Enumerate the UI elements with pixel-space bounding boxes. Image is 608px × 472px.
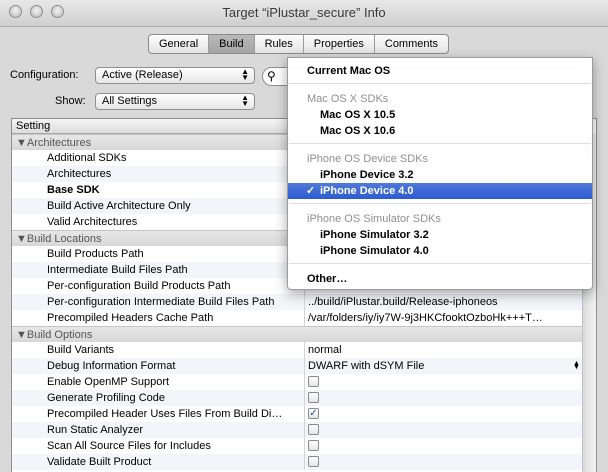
- tab-properties[interactable]: Properties: [304, 35, 375, 53]
- menu-item-label: Other…: [307, 273, 348, 285]
- setting-value: /var/folders/iy/iy7W-9j3HKCfooktOzboHk++…: [308, 312, 543, 324]
- setting-name: Per-configuration Intermediate Build Fil…: [47, 296, 275, 308]
- menu-section-header: iPhone OS Device SDKs: [307, 153, 429, 165]
- column-divider: [304, 342, 305, 358]
- menu-item-iphone-device-3-2[interactable]: iPhone Device 3.2: [288, 167, 592, 183]
- configuration-value: Active (Release): [102, 69, 183, 81]
- menu-item-iphone-simulator-3-2[interactable]: iPhone Simulator 3.2: [288, 227, 592, 243]
- setting-column-header[interactable]: Setting: [16, 120, 50, 132]
- menu-item-mac-os-x-10-5[interactable]: Mac OS X 10.5: [288, 107, 592, 123]
- table-row[interactable]: Validate Built Product: [12, 454, 584, 470]
- menu-section-header: iPhone OS Simulator SDKs: [307, 213, 441, 225]
- menu-separator: [289, 143, 591, 144]
- menu-item-current-mac-os[interactable]: Current Mac OS: [288, 63, 592, 79]
- setting-name: Architectures: [47, 168, 112, 180]
- setting-name: Build Active Architecture Only: [47, 200, 191, 212]
- setting-name: Intermediate Build Files Path: [47, 264, 188, 276]
- column-divider: [304, 422, 305, 438]
- menu-separator: [289, 263, 591, 264]
- table-row[interactable]: Enable OpenMP Support: [12, 374, 584, 390]
- column-divider: [304, 438, 305, 454]
- table-row[interactable]: Run Static Analyzer: [12, 422, 584, 438]
- menu-section-header: Mac OS X SDKs: [307, 93, 389, 105]
- column-divider: [304, 374, 305, 390]
- menu-item-iphone-simulator-4-0[interactable]: iPhone Simulator 4.0: [288, 243, 592, 259]
- precompiled-header-checkbox[interactable]: ✓: [308, 408, 319, 419]
- tab-rules[interactable]: Rules: [255, 35, 304, 53]
- tab-build[interactable]: Build: [209, 35, 255, 53]
- setting-value: ../build/iPlustar.build/Release-iphoneos: [308, 296, 498, 308]
- setting-name: Additional SDKs: [47, 152, 127, 164]
- configuration-label: Configuration:: [10, 69, 79, 81]
- table-row[interactable]: Build Variants normal: [12, 342, 584, 358]
- table-row[interactable]: Debug Information Format DWARF with dSYM …: [12, 358, 584, 374]
- setting-name: Base SDK: [47, 184, 100, 196]
- menu-item-mac-os-x-10-6[interactable]: Mac OS X 10.6: [288, 123, 592, 139]
- menu-item-other[interactable]: Other…: [288, 271, 592, 287]
- menu-item-label: Current Mac OS: [307, 65, 391, 77]
- tab-bar: General Build Rules Properties Comments: [148, 34, 450, 54]
- setting-name: Run Static Analyzer: [47, 424, 143, 436]
- menu-separator: [289, 203, 591, 204]
- setting-name: Valid Architectures: [47, 216, 138, 228]
- group-label: ▼Architectures: [16, 137, 92, 149]
- group-label: ▼Build Locations: [16, 233, 102, 245]
- setting-value: DWARF with dSYM File: [308, 360, 425, 372]
- group-build-options[interactable]: ▼Build Options: [12, 326, 584, 342]
- table-row[interactable]: Per-configuration Intermediate Build Fil…: [12, 294, 584, 310]
- menu-item-label: Mac OS X 10.5: [320, 109, 396, 121]
- configuration-popup[interactable]: Active (Release) ▲ ▼: [95, 67, 255, 84]
- scan-includes-checkbox[interactable]: [308, 440, 319, 451]
- search-icon: ⚲: [267, 69, 276, 83]
- group-label: ▼Build Options: [16, 329, 93, 341]
- static-analyzer-checkbox[interactable]: [308, 424, 319, 435]
- validate-checkbox[interactable]: [308, 456, 319, 467]
- openmp-checkbox[interactable]: [308, 376, 319, 387]
- menu-item-label: iPhone Device 3.2: [320, 169, 414, 181]
- setting-name: Validate Built Product: [47, 456, 152, 468]
- menu-separator: [289, 83, 591, 84]
- setting-name: Generate Profiling Code: [47, 392, 166, 404]
- setting-name: Enable OpenMP Support: [47, 376, 170, 388]
- table-row[interactable]: Generate Profiling Code: [12, 390, 584, 406]
- menu-item-iphone-device-4-0[interactable]: ✓ iPhone Device 4.0: [288, 183, 592, 199]
- tab-comments[interactable]: Comments: [375, 35, 448, 53]
- popup-arrows-icon: ▲ ▼: [241, 93, 249, 108]
- setting-name: Build Products Path: [47, 248, 144, 260]
- setting-name: Scan All Source Files for Includes: [47, 440, 211, 452]
- column-divider: [304, 358, 305, 374]
- title-bar: Target “iPlustar_secure” Info: [0, 0, 608, 27]
- column-divider: [304, 294, 305, 310]
- popup-arrows-icon: ▲ ▼: [241, 67, 249, 82]
- menu-item-label: iPhone Simulator 4.0: [320, 245, 429, 257]
- setting-name: Precompiled Headers Cache Path: [47, 312, 214, 324]
- column-divider: [304, 406, 305, 422]
- checkmark-icon: ✓: [306, 185, 316, 197]
- checkmark-icon: ✓: [309, 408, 318, 419]
- column-divider: [304, 390, 305, 406]
- show-popup[interactable]: All Settings ▲ ▼: [95, 93, 255, 110]
- column-divider: [304, 454, 305, 470]
- table-row[interactable]: Precompiled Header Uses Files From Build…: [12, 406, 584, 422]
- menu-item-label: iPhone Simulator 3.2: [320, 229, 429, 241]
- popup-arrows-icon[interactable]: ▲▼: [573, 360, 580, 371]
- table-row[interactable]: Precompiled Headers Cache Path/var/folde…: [12, 310, 584, 326]
- window-title: Target “iPlustar_secure” Info: [222, 5, 386, 20]
- column-divider: [304, 310, 305, 326]
- show-label: Show:: [55, 95, 86, 107]
- setting-name: Build Variants: [47, 344, 115, 356]
- tab-general[interactable]: General: [149, 35, 210, 53]
- menu-item-label: Mac OS X 10.6: [320, 125, 396, 137]
- table-row[interactable]: Scan All Source Files for Includes: [12, 438, 584, 454]
- show-value: All Settings: [102, 95, 158, 107]
- base-sdk-dropdown-menu: Current Mac OS Mac OS X SDKs Mac OS X 10…: [287, 57, 593, 290]
- setting-name: Precompiled Header Uses Files From Build…: [47, 408, 283, 420]
- menu-item-label: iPhone Device 4.0: [320, 185, 414, 197]
- setting-name: Per-configuration Build Products Path: [47, 280, 231, 292]
- setting-value: normal: [308, 344, 342, 356]
- setting-name: Debug Information Format: [47, 360, 176, 372]
- profiling-checkbox[interactable]: [308, 392, 319, 403]
